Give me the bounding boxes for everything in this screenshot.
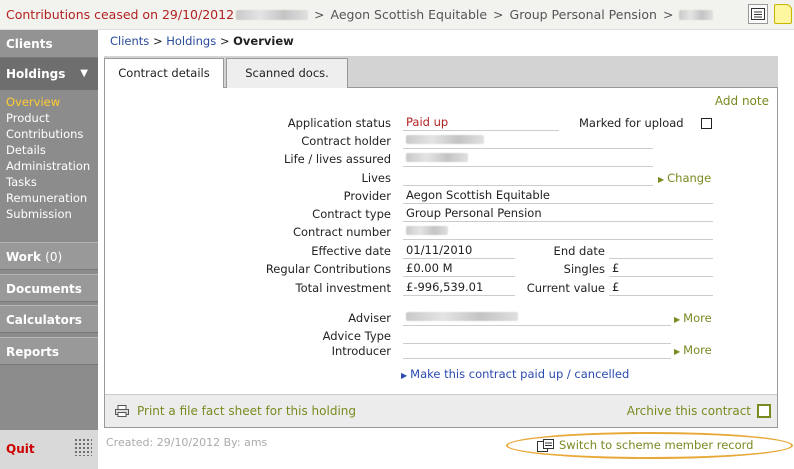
sidebar-item-documents[interactable]: Documents xyxy=(0,274,98,302)
value-application-status: Paid up xyxy=(403,115,559,131)
main-content: Clients > Holdings > Overview Contract d… xyxy=(104,30,778,435)
redacted-contract-ref xyxy=(679,9,714,20)
value-current-value: £ xyxy=(609,280,713,296)
value-contract-number xyxy=(403,224,713,240)
value-effective-date: 01/11/2010 xyxy=(403,243,515,259)
value-contract-holder xyxy=(403,133,653,149)
sidebar-item-reports[interactable]: Reports xyxy=(0,337,98,365)
work-count: (0) xyxy=(45,250,63,264)
sticky-note-icon[interactable] xyxy=(774,4,792,24)
submenu-details[interactable]: Details xyxy=(0,142,98,158)
apps-grid-icon[interactable] xyxy=(74,438,92,456)
crumb-product: Group Personal Pension xyxy=(509,7,657,22)
breadcrumb-current: Overview xyxy=(233,34,294,48)
play-arrow-icon: ▶ xyxy=(674,315,681,324)
switch-record-icon xyxy=(537,438,554,452)
tab-bar: Contract details Scanned docs. xyxy=(104,56,778,89)
value-total-investment: £-996,539.01 xyxy=(403,280,515,296)
play-arrow-icon: ▶ xyxy=(658,175,665,184)
submenu-tasks[interactable]: Tasks xyxy=(0,174,98,190)
label-marked-for-upload: Marked for upload xyxy=(579,116,684,130)
submenu-submission[interactable]: Submission xyxy=(0,206,98,222)
created-info: Created: 29/10/2012 By: ams xyxy=(106,436,268,449)
submenu-administration[interactable]: Administration xyxy=(0,158,98,174)
sidebar-footer: Quit xyxy=(0,430,98,469)
sidebar-item-holdings[interactable]: Holdings ▼ xyxy=(0,58,98,90)
redacted-client-name xyxy=(236,9,309,20)
value-lives-assured xyxy=(403,151,653,167)
play-arrow-icon: ▶ xyxy=(401,371,408,380)
marked-for-upload-checkbox[interactable] xyxy=(701,118,712,129)
archive-contract-link[interactable]: Archive this contract xyxy=(627,404,771,418)
printer-icon xyxy=(115,405,129,417)
submenu-remuneration[interactable]: Remuneration xyxy=(0,190,98,206)
breadcrumb-holdings[interactable]: Holdings xyxy=(166,34,216,48)
label-contract-number: Contract number xyxy=(292,225,391,239)
submenu-product[interactable]: Product xyxy=(0,110,98,126)
contributions-ceased-notice: Contributions ceased on 29/10/2012 xyxy=(6,7,235,22)
sidebar: Clients Holdings ▼ Overview Product Cont… xyxy=(0,30,98,469)
label-singles: Singles xyxy=(563,262,605,276)
value-regular-contributions: £0.00 M xyxy=(403,261,515,277)
value-advice-type xyxy=(403,328,671,344)
label-lives: Lives xyxy=(361,171,391,185)
holdings-submenu: Overview Product Contributions Details A… xyxy=(0,94,98,222)
label-total-investment: Total investment xyxy=(295,281,391,295)
label-adviser: Adviser xyxy=(348,311,391,325)
introducer-more-link[interactable]: ▶ More xyxy=(674,343,712,357)
label-end-date: End date xyxy=(553,244,605,258)
quit-button[interactable]: Quit xyxy=(6,442,35,456)
tab-contract-details[interactable]: Contract details xyxy=(104,58,224,89)
breadcrumb: Clients > Holdings > Overview xyxy=(110,34,294,48)
label-current-value: Current value xyxy=(526,281,605,295)
sidebar-item-work[interactable]: Work (0) xyxy=(0,242,98,270)
value-end-date xyxy=(609,243,713,259)
fact-sheet-icon[interactable] xyxy=(748,4,768,24)
chevron-down-icon: ▼ xyxy=(80,68,88,79)
panel-footer: Print a file fact sheet for this holding… xyxy=(105,394,777,427)
value-introducer xyxy=(403,343,671,359)
label-application-status: Application status xyxy=(287,116,391,130)
label-introducer: Introducer xyxy=(331,344,391,358)
submenu-contributions[interactable]: Contributions xyxy=(0,126,98,142)
archive-icon xyxy=(757,404,771,418)
breadcrumb-clients[interactable]: Clients xyxy=(110,34,149,48)
value-provider: Aegon Scottish Equitable xyxy=(403,188,713,204)
adviser-more-link[interactable]: ▶ More xyxy=(674,311,712,325)
crumb-provider: Aegon Scottish Equitable xyxy=(330,7,488,22)
submenu-overview[interactable]: Overview xyxy=(0,94,98,110)
label-effective-date: Effective date xyxy=(311,244,391,258)
holding-breadcrumb: > Aegon Scottish Equitable > Group Perso… xyxy=(236,7,714,22)
contract-details-panel: Add note Application status Paid up Mark… xyxy=(104,88,778,428)
sidebar-item-calculators[interactable]: Calculators xyxy=(0,305,98,333)
value-lives xyxy=(403,170,653,186)
value-adviser xyxy=(403,310,671,326)
label-lives-assured: Life / lives assured xyxy=(284,152,391,166)
sidebar-item-clients[interactable]: Clients xyxy=(0,30,98,58)
top-status-bar: Contributions ceased on 29/10/2012 > Aeg… xyxy=(0,0,794,30)
label-provider: Provider xyxy=(343,189,391,203)
label-advice-type: Advice Type xyxy=(322,329,391,343)
value-singles: £ xyxy=(609,261,713,277)
add-note-link[interactable]: Add note xyxy=(715,94,769,108)
value-contract-type: Group Personal Pension xyxy=(403,206,713,222)
make-paid-up-link[interactable]: ▶ Make this contract paid up / cancelled xyxy=(401,367,629,381)
label-contract-holder: Contract holder xyxy=(301,134,391,148)
switch-to-scheme-member-link[interactable]: Switch to scheme member record xyxy=(537,438,753,452)
label-contract-type: Contract type xyxy=(312,207,391,221)
print-fact-sheet-link[interactable]: Print a file fact sheet for this holding xyxy=(115,404,356,418)
tab-scanned-docs[interactable]: Scanned docs. xyxy=(226,58,348,88)
label-regular-contributions: Regular Contributions xyxy=(265,262,391,276)
change-lives-link[interactable]: ▶ Change xyxy=(658,171,711,185)
play-arrow-icon: ▶ xyxy=(674,347,681,356)
